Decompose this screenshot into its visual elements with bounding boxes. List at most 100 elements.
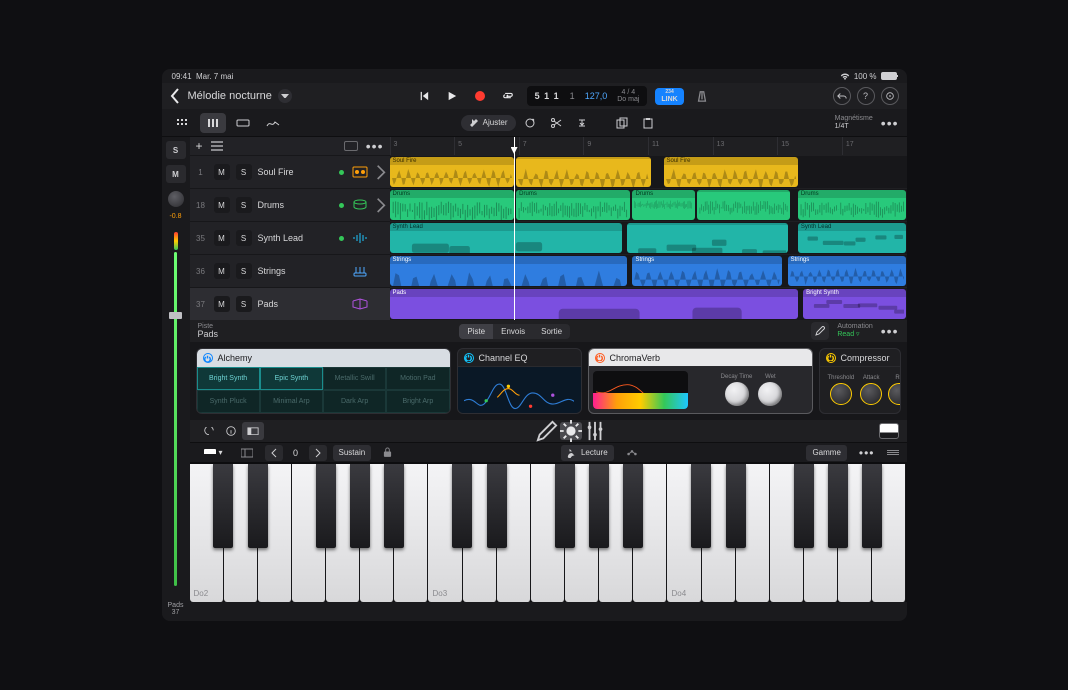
view-more-button[interactable]: •••	[881, 115, 899, 131]
view-region-button[interactable]	[230, 113, 256, 133]
lcd-display[interactable]: 5 1 1 1 127,0 4 / 4Do maj	[527, 86, 648, 106]
octave-down-button[interactable]	[265, 445, 283, 461]
back-button[interactable]	[170, 88, 180, 104]
playhead[interactable]	[514, 137, 515, 320]
keyboard-view-button[interactable]	[879, 423, 899, 439]
track-stack-button[interactable]	[211, 141, 223, 151]
inspector-tabs[interactable]: PisteEnvoisSortie	[459, 324, 570, 339]
copy-button[interactable]	[610, 113, 634, 133]
black-key[interactable]	[213, 464, 233, 548]
pan-knob[interactable]	[168, 191, 184, 207]
black-key[interactable]	[794, 464, 814, 548]
plugin-alchemy[interactable]: Alchemy Bright SynthEpic SynthMetallic S…	[196, 348, 451, 414]
region[interactable]: Pads	[390, 289, 798, 319]
region[interactable]	[516, 157, 650, 187]
track-header-more[interactable]: •••	[366, 138, 384, 154]
instrument-icon[interactable]	[350, 162, 370, 182]
black-key[interactable]	[384, 464, 404, 548]
region[interactable]: Synth Lead	[798, 223, 907, 253]
decay-knob[interactable]: Decay Time	[721, 374, 753, 406]
inspector-more[interactable]: •••	[881, 323, 899, 339]
sc-panel-icon[interactable]	[242, 422, 264, 440]
settings-button[interactable]	[881, 87, 899, 105]
black-key[interactable]	[248, 464, 268, 548]
track-header[interactable]: 18 M S Drums	[190, 188, 390, 221]
region[interactable]: Synth Lead	[390, 223, 623, 253]
scissors-tool-button[interactable]	[544, 113, 568, 133]
power-icon[interactable]	[826, 353, 836, 363]
sliders-view-button[interactable]	[584, 422, 606, 440]
track-header[interactable]: 1 M S Soul Fire	[190, 155, 390, 188]
black-key[interactable]	[452, 464, 472, 548]
link-button[interactable]: 234 LINK	[655, 88, 683, 105]
track-header[interactable]: 36 M S Strings	[190, 254, 390, 287]
record-button[interactable]	[469, 85, 491, 107]
black-key[interactable]	[316, 464, 336, 548]
black-key[interactable]	[691, 464, 711, 548]
rail-mute-button[interactable]: M	[166, 165, 186, 183]
keyboard-mode-button[interactable]: ▾	[198, 445, 229, 461]
track-header[interactable]: 37 M S Pads	[190, 287, 390, 320]
preset-cell[interactable]: Epic Synth	[260, 367, 323, 390]
tab-envois[interactable]: Envois	[493, 324, 533, 339]
power-icon[interactable]	[595, 353, 605, 363]
region[interactable]: Strings	[632, 256, 782, 286]
sun-view-button[interactable]	[560, 422, 582, 440]
black-key[interactable]	[555, 464, 575, 548]
arrangement-timeline[interactable]: 357911131517 Soul FireSoul FireDrumsDrum…	[390, 137, 907, 320]
mute-button[interactable]: M	[214, 296, 230, 312]
add-track-button[interactable]: +	[196, 139, 203, 153]
volume-fader[interactable]	[174, 226, 178, 592]
pencil-view-button[interactable]	[536, 422, 558, 440]
join-tool-button[interactable]	[570, 113, 594, 133]
black-key[interactable]	[862, 464, 882, 548]
solo-button[interactable]: S	[236, 164, 252, 180]
solo-button[interactable]: S	[236, 197, 252, 213]
keyboard-more-button[interactable]: •••	[853, 445, 881, 461]
region[interactable]: Drums	[390, 190, 514, 220]
black-key[interactable]	[828, 464, 848, 548]
edit-plugins-button[interactable]	[811, 322, 829, 340]
instrument-icon[interactable]	[350, 261, 370, 281]
chevron-right-icon[interactable]	[376, 197, 386, 214]
octave-up-button[interactable]	[309, 445, 327, 461]
region[interactable]: Drums	[516, 190, 630, 220]
view-mixer-button[interactable]	[200, 113, 226, 133]
solo-button[interactable]: S	[236, 230, 252, 246]
preset-cell[interactable]: Metallic Swill	[323, 367, 386, 390]
knob[interactable]: Attack	[860, 375, 882, 405]
mute-button[interactable]: M	[214, 230, 230, 246]
instrument-icon[interactable]	[350, 195, 370, 215]
solo-button[interactable]: S	[236, 263, 252, 279]
knob[interactable]: Threshold	[828, 375, 855, 405]
help-button[interactable]: ?	[857, 87, 875, 105]
region[interactable]: Drums	[798, 190, 907, 220]
black-key[interactable]	[589, 464, 609, 548]
preset-cell[interactable]: Bright Synth	[197, 367, 260, 390]
black-key[interactable]	[726, 464, 746, 548]
rail-solo-button[interactable]: S	[166, 141, 186, 159]
region[interactable]: Drums	[632, 190, 694, 220]
instrument-icon[interactable]	[350, 294, 370, 314]
lock-button[interactable]	[377, 445, 398, 461]
black-key[interactable]	[623, 464, 643, 548]
piano-keyboard[interactable]: Do2Do3Do4	[190, 462, 907, 602]
knob[interactable]: Re	[888, 375, 900, 405]
arpeggiator-button[interactable]	[620, 445, 644, 461]
go-to-start-button[interactable]	[413, 85, 435, 107]
mute-button[interactable]: M	[214, 263, 230, 279]
drag-handle-icon[interactable]	[887, 450, 899, 455]
snap-setting[interactable]: Magnétisme 1/4T	[835, 115, 873, 130]
region[interactable]: Bright Synth	[803, 289, 906, 319]
region[interactable]: Strings	[788, 256, 907, 286]
tab-sortie[interactable]: Sortie	[533, 324, 570, 339]
adjust-button[interactable]: Ajuster	[461, 115, 516, 131]
chevron-right-icon[interactable]	[376, 164, 386, 181]
paste-button[interactable]	[636, 113, 660, 133]
tab-piste[interactable]: Piste	[459, 324, 493, 339]
project-dropdown[interactable]	[278, 89, 292, 103]
lecture-button[interactable]: Lecture	[561, 445, 614, 461]
plugin-chromaverb[interactable]: ChromaVerb Decay Time Wet	[588, 348, 813, 414]
freeze-button[interactable]	[344, 141, 358, 151]
sc-dial-icon[interactable]	[198, 422, 220, 440]
